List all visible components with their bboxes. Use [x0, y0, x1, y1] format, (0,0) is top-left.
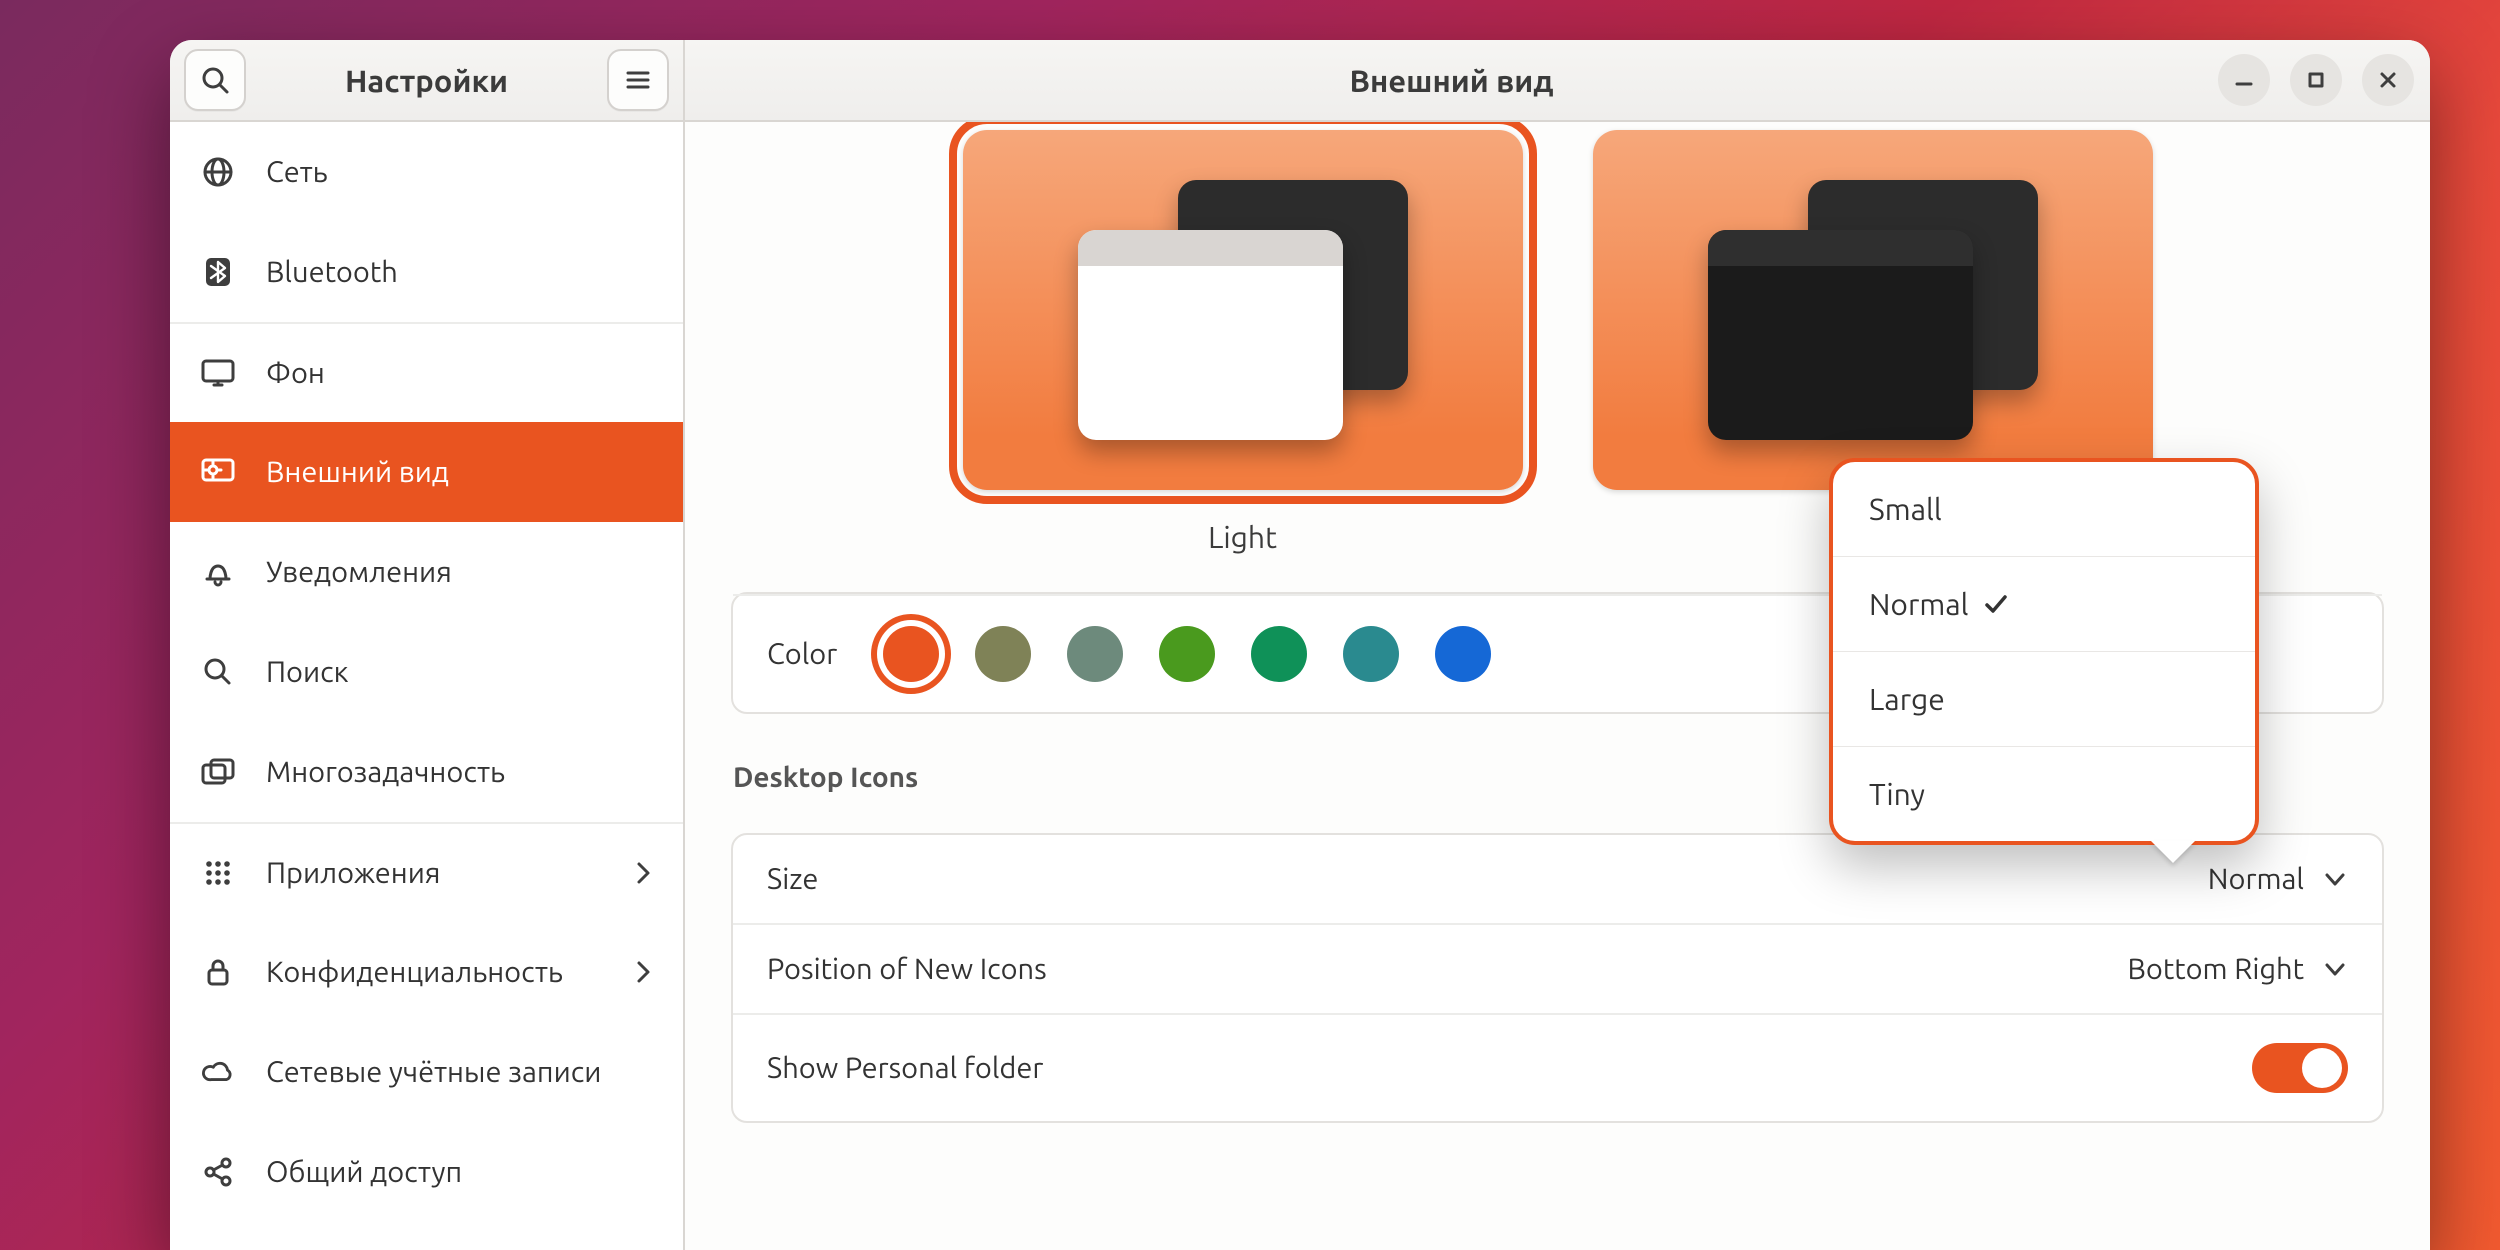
bell-icon — [200, 554, 236, 590]
window-controls — [2218, 54, 2414, 106]
popover-item-label: Normal — [1869, 587, 1969, 621]
style-option-dark[interactable] — [1593, 130, 2153, 490]
chevron-down-icon — [2322, 866, 2348, 892]
color-swatches — [883, 626, 1491, 682]
popover-item[interactable]: Small — [1833, 462, 2255, 556]
check-icon — [1983, 591, 2009, 617]
lock-icon — [200, 954, 236, 990]
color-label: Color — [767, 638, 837, 670]
mock-window-front — [1078, 230, 1343, 440]
row-value: Normal — [2208, 863, 2304, 895]
color-swatch[interactable] — [1435, 626, 1491, 682]
maximize-icon — [2305, 69, 2327, 91]
popover-item-label: Large — [1869, 682, 1945, 716]
sidebar-item-online-accounts[interactable]: Сетевые учётные записи — [170, 1022, 683, 1122]
close-button[interactable] — [2362, 54, 2414, 106]
row-value: Bottom Right — [2127, 953, 2304, 985]
background-icon — [200, 355, 236, 391]
color-swatch[interactable] — [1343, 626, 1399, 682]
globe-icon — [200, 154, 236, 190]
sidebar-item-notifications[interactable]: Уведомления — [170, 522, 683, 622]
row-personal-folder: Show Personal folder — [733, 1013, 2382, 1121]
sidebar-item-privacy[interactable]: Конфиденциальность — [170, 922, 683, 1022]
color-swatch[interactable] — [975, 626, 1031, 682]
minimize-button[interactable] — [2218, 54, 2270, 106]
apps-icon — [200, 855, 236, 891]
sidebar-item-label: Сеть — [266, 156, 328, 188]
sidebar-title: Настройки — [258, 63, 595, 98]
color-swatch[interactable] — [1159, 626, 1215, 682]
row-label: Position of New Icons — [767, 953, 1047, 985]
sidebar-item-label: Конфиденциальность — [266, 956, 563, 988]
popover-item[interactable]: Normal — [1833, 556, 2255, 651]
share-icon — [200, 1154, 236, 1190]
popover-item[interactable]: Tiny — [1833, 746, 2255, 841]
size-popover: Small Normal Large Tiny — [1829, 458, 2259, 845]
row-position[interactable]: Position of New Icons Bottom Right — [733, 923, 2382, 1013]
popover-item-label: Tiny — [1869, 777, 1925, 811]
sidebar-item-label: Многозадачность — [266, 756, 505, 788]
chevron-right-icon — [633, 959, 653, 985]
sidebar-item-label: Приложения — [266, 857, 441, 889]
color-swatch[interactable] — [1067, 626, 1123, 682]
sidebar: Сеть Bluetooth Фон Внешний вид — [170, 122, 685, 1250]
bluetooth-icon — [200, 254, 236, 290]
chevron-right-icon — [633, 860, 653, 886]
popover-item-label: Small — [1869, 492, 1942, 526]
sidebar-item-label: Общий доступ — [266, 1156, 462, 1188]
titlebar: Настройки Внешний вид — [170, 40, 2430, 122]
sidebar-item-label: Уведомления — [266, 556, 452, 588]
color-swatch[interactable] — [1251, 626, 1307, 682]
titlebar-right: Внешний вид — [685, 40, 2430, 120]
sidebar-item-search[interactable]: Поиск — [170, 622, 683, 722]
mock-window-front — [1708, 230, 1973, 440]
sidebar-item-applications[interactable]: Приложения — [170, 822, 683, 922]
sidebar-item-label: Внешний вид — [266, 456, 449, 488]
maximize-button[interactable] — [2290, 54, 2342, 106]
sidebar-item-label: Поиск — [266, 656, 349, 688]
close-icon — [2377, 69, 2399, 91]
search-icon — [199, 64, 231, 96]
sidebar-item-bluetooth[interactable]: Bluetooth — [170, 222, 683, 322]
row-label: Show Personal folder — [767, 1052, 1043, 1084]
toggle-personal-folder[interactable] — [2252, 1043, 2348, 1093]
hamburger-icon — [623, 65, 653, 95]
style-option-light[interactable] — [963, 130, 1523, 490]
cloud-icon — [200, 1054, 236, 1090]
row-size[interactable]: Size Normal — [733, 835, 2382, 923]
desktop-icons-panel: Size Normal Position of New Icons Bottom… — [731, 833, 2384, 1123]
multitasking-icon — [200, 754, 236, 790]
sidebar-item-multitasking[interactable]: Многозадачность — [170, 722, 683, 822]
page-title: Внешний вид — [685, 63, 2218, 98]
sidebar-item-sharing[interactable]: Общий доступ — [170, 1122, 683, 1222]
search-icon — [200, 654, 236, 690]
sidebar-item-label: Сетевые учётные записи — [266, 1056, 601, 1088]
color-swatch[interactable] — [883, 626, 939, 682]
sidebar-item-appearance[interactable]: Внешний вид — [170, 422, 683, 522]
appearance-icon — [200, 454, 236, 490]
sidebar-item-label: Bluetooth — [266, 256, 398, 288]
sidebar-item-background[interactable]: Фон — [170, 322, 683, 422]
titlebar-left: Настройки — [170, 40, 685, 120]
hamburger-button[interactable] — [607, 49, 669, 111]
sidebar-item-network[interactable]: Сеть — [170, 122, 683, 222]
style-option-label: Light — [1208, 520, 1277, 554]
minimize-icon — [2233, 69, 2255, 91]
search-button[interactable] — [184, 49, 246, 111]
popover-item[interactable]: Large — [1833, 651, 2255, 746]
settings-window: Настройки Внешний вид — [170, 40, 2430, 1250]
row-label: Size — [767, 863, 818, 895]
chevron-down-icon — [2322, 956, 2348, 982]
sidebar-item-label: Фон — [266, 357, 325, 389]
